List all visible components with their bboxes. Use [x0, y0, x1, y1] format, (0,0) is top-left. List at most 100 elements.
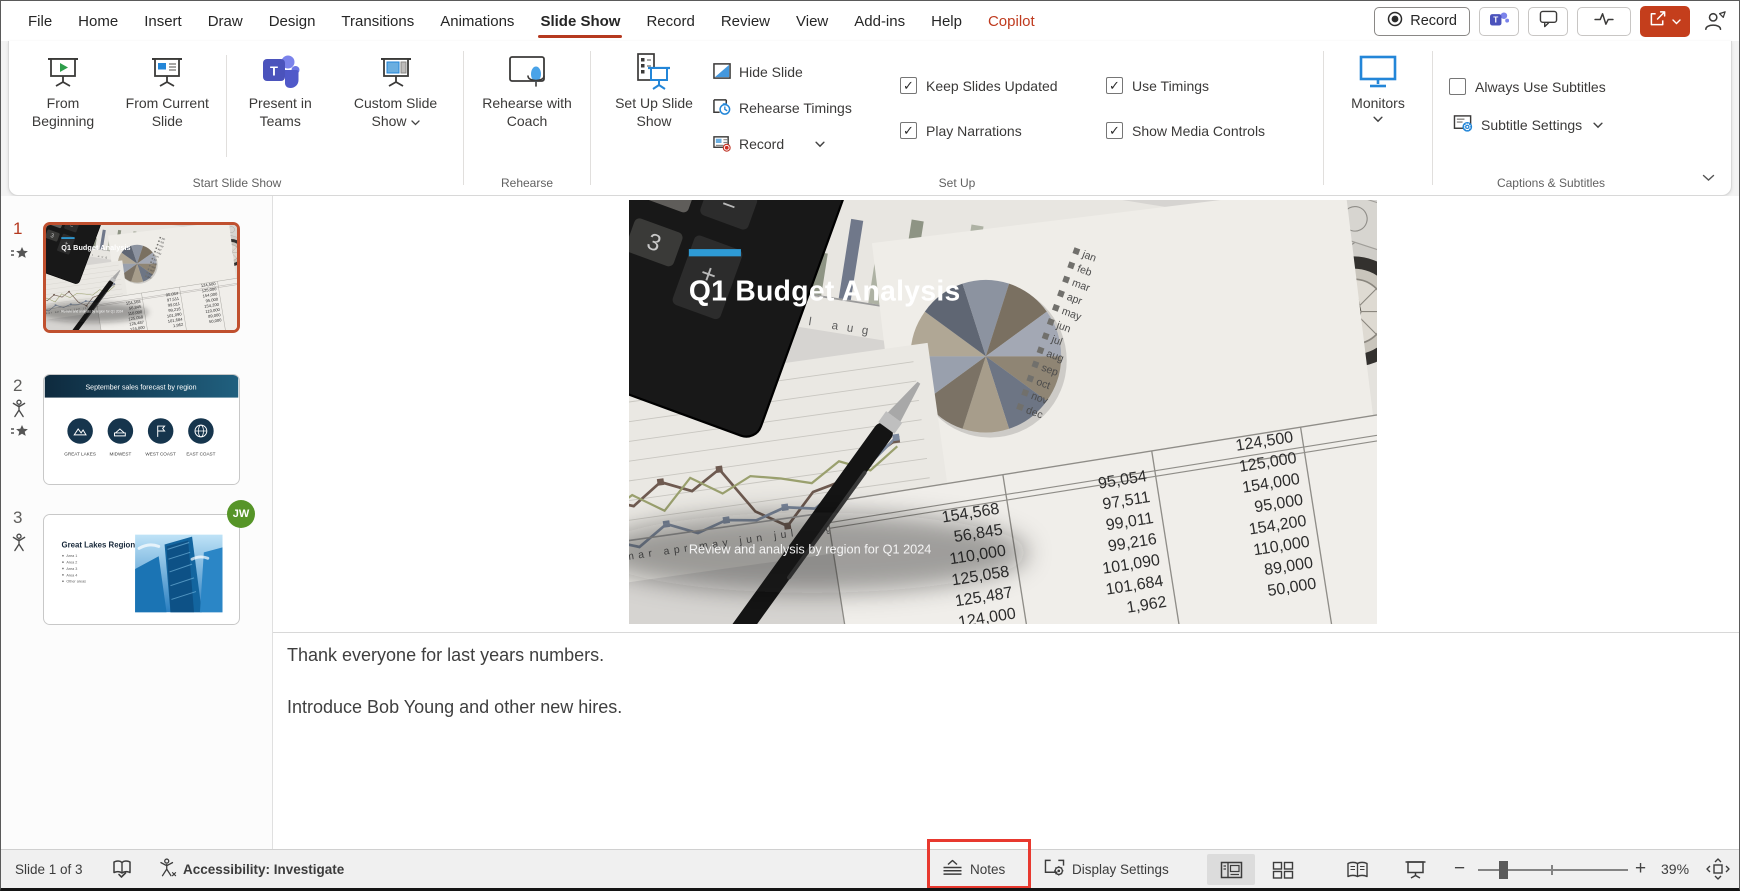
- presence-activity-button[interactable]: [1577, 7, 1631, 36]
- tab-design[interactable]: Design: [256, 1, 329, 41]
- record-slide-show-button[interactable]: Record: [708, 132, 886, 157]
- teams-icon: T: [1489, 10, 1509, 33]
- zoom-in-button[interactable]: +: [1635, 850, 1646, 888]
- tab-draw[interactable]: Draw: [195, 1, 256, 41]
- menubar-actions: Record T: [1374, 6, 1739, 37]
- slide-editor: jun jul aug sep oct nov dec 7 6 5: [273, 196, 1739, 853]
- rehearse-with-coach-label: Rehearse with Coach: [474, 95, 580, 131]
- setup-checkbox-column-1: Keep Slides Updated Play Narrations: [890, 45, 1096, 171]
- slide-subtitle[interactable]: Review and analysis by region for Q1 202…: [61, 310, 123, 314]
- checkbox-box: [900, 77, 917, 94]
- tab-animations[interactable]: Animations: [427, 1, 527, 41]
- from-beginning-button[interactable]: From Beginning: [15, 45, 111, 171]
- teams-meeting-button[interactable]: T: [1479, 7, 1519, 36]
- slide-2-preview: September sales forecast by region GREAT…: [44, 375, 239, 484]
- slide-1-artwork: jun jul aug sep oct nov dec 7 6 5: [629, 200, 1377, 624]
- collapse-ribbon-icon[interactable]: [1702, 169, 1715, 187]
- accessibility-check-button[interactable]: Accessibility: Investigate: [158, 850, 344, 888]
- tab-record[interactable]: Record: [633, 1, 707, 41]
- monitors-button[interactable]: Monitors: [1345, 45, 1411, 171]
- slide-title[interactable]: Q1 Budget Analysis: [689, 275, 961, 307]
- animation-star-icon[interactable]: [10, 424, 30, 444]
- slide-3-number: 3: [13, 508, 22, 528]
- display-settings-button[interactable]: Display Settings: [1043, 850, 1169, 888]
- statusbar: Slide 1 of 3 Accessibility: Investigate …: [1, 849, 1739, 888]
- record-presentation-button[interactable]: Record: [1374, 7, 1470, 36]
- notes-divider[interactable]: [273, 632, 1739, 633]
- subtitle-settings-icon: [1453, 114, 1474, 136]
- group-divider: [590, 51, 591, 185]
- subtitle-settings-button[interactable]: Subtitle Settings: [1449, 112, 1607, 138]
- tab-view[interactable]: View: [783, 1, 841, 41]
- checkbox-label: Show Media Controls: [1132, 123, 1265, 139]
- checkbox-always-use-subtitles[interactable]: Always Use Subtitles: [1449, 78, 1606, 95]
- slide-indicator[interactable]: Slide 1 of 3: [15, 850, 83, 888]
- reading-view-button[interactable]: [1333, 854, 1381, 885]
- setup-small-buttons: Hide Slide Rehearse Timings Record: [704, 45, 890, 171]
- tab-add-ins[interactable]: Add-ins: [841, 1, 918, 41]
- tab-transitions[interactable]: Transitions: [328, 1, 427, 41]
- record-dot-icon: [1387, 11, 1403, 31]
- custom-slide-show-button[interactable]: Custom Slide Show: [332, 45, 459, 171]
- slide-canvas[interactable]: jun jul aug sep oct nov dec 7 6 5: [629, 200, 1377, 624]
- from-current-slide-label: From Current Slide: [117, 95, 218, 131]
- tab-insert[interactable]: Insert: [131, 1, 195, 41]
- checkbox-show-media-controls[interactable]: Show Media Controls: [1106, 122, 1300, 139]
- notes-line[interactable]: Introduce Bob Young and other new hires.: [287, 696, 1709, 719]
- slide-sorter-view-button[interactable]: [1259, 854, 1307, 885]
- checkbox-label: Play Narrations: [926, 123, 1022, 139]
- rehearse-timings-button[interactable]: Rehearse Timings: [708, 96, 886, 121]
- zoom-out-button[interactable]: −: [1454, 850, 1465, 888]
- zoom-level[interactable]: 39%: [1661, 850, 1689, 888]
- notes-line[interactable]: Thank everyone for last years numbers.: [287, 644, 1709, 667]
- tab-help[interactable]: Help: [918, 1, 975, 41]
- checkbox-label: Use Timings: [1132, 78, 1209, 94]
- slide-thumbnail-1[interactable]: jun jul aug sep oct nov dec 7 6 5: [43, 222, 240, 333]
- checkbox-play-narrations[interactable]: Play Narrations: [900, 122, 1086, 139]
- svg-text:Area 3: Area 3: [66, 567, 77, 571]
- tab-review[interactable]: Review: [708, 1, 783, 41]
- animation-star-icon[interactable]: [10, 246, 30, 266]
- fit-slide-to-window-button[interactable]: [1706, 850, 1730, 888]
- group-label-rehearse: Rehearse: [468, 171, 586, 195]
- tab-copilot[interactable]: Copilot: [975, 1, 1048, 41]
- tab-home[interactable]: Home: [65, 1, 131, 41]
- svg-text:Area 4: Area 4: [66, 573, 77, 577]
- group-label-monitors: [1328, 171, 1428, 195]
- powerpoint-window: File Home Insert Draw Design Transitions…: [0, 0, 1740, 891]
- share-button[interactable]: [1640, 6, 1690, 37]
- tab-slide-show[interactable]: Slide Show: [527, 1, 633, 41]
- coauthor-presence-badge[interactable]: JW: [227, 500, 255, 528]
- slide-subtitle[interactable]: Review and analysis by region for Q1 202…: [689, 542, 932, 557]
- activity-pulse-icon: [1593, 11, 1615, 32]
- slide-thumbnail-2[interactable]: September sales forecast by region GREAT…: [43, 374, 240, 485]
- checkbox-use-timings[interactable]: Use Timings: [1106, 77, 1300, 94]
- set-up-slide-show-button[interactable]: Set Up Slide Show: [604, 45, 704, 171]
- rehearse-with-coach-icon: [506, 49, 548, 95]
- from-beginning-icon: [43, 49, 83, 95]
- notes-pane[interactable]: Thank everyone for last years numbers. I…: [287, 644, 1709, 749]
- tab-file[interactable]: File: [15, 1, 65, 41]
- slide-show-view-button[interactable]: [1391, 854, 1439, 885]
- rehearse-with-coach-button[interactable]: Rehearse with Coach: [468, 45, 586, 171]
- hide-slide-button[interactable]: Hide Slide: [708, 60, 886, 85]
- slide-thumbnail-3[interactable]: Great Lakes Region Area 1 Area 2 Area 3 …: [43, 514, 240, 625]
- checkbox-keep-slides-updated[interactable]: Keep Slides Updated: [900, 77, 1086, 94]
- checkbox-box: [900, 122, 917, 139]
- account-person-icon[interactable]: [1699, 10, 1731, 32]
- slide-title[interactable]: Q1 Budget Analysis: [61, 244, 130, 252]
- zoom-slider-thumb[interactable]: [1499, 861, 1508, 879]
- comments-button[interactable]: [1528, 7, 1568, 36]
- proofing-check-icon[interactable]: [111, 850, 133, 888]
- group-set-up: Set Up Slide Show Hide Slide Rehearse Ti…: [595, 45, 1319, 195]
- from-current-slide-button[interactable]: From Current Slide: [111, 45, 224, 171]
- slide-thumbnails-panel: 1 jun jul aug sep oct nov dec: [1, 196, 273, 853]
- group-label-set-up: Set Up: [595, 171, 1319, 195]
- normal-view-button[interactable]: [1207, 854, 1255, 885]
- group-captions-subtitles: Always Use Subtitles Subtitle Settings C…: [1437, 45, 1665, 195]
- group-label-captions-subtitles: Captions & Subtitles: [1437, 171, 1665, 195]
- notes-toggle-button[interactable]: Notes: [941, 850, 1005, 888]
- chevron-down-icon[interactable]: [815, 141, 825, 148]
- from-beginning-label: From Beginning: [21, 95, 105, 131]
- present-in-teams-button[interactable]: T Present in Teams: [228, 45, 332, 171]
